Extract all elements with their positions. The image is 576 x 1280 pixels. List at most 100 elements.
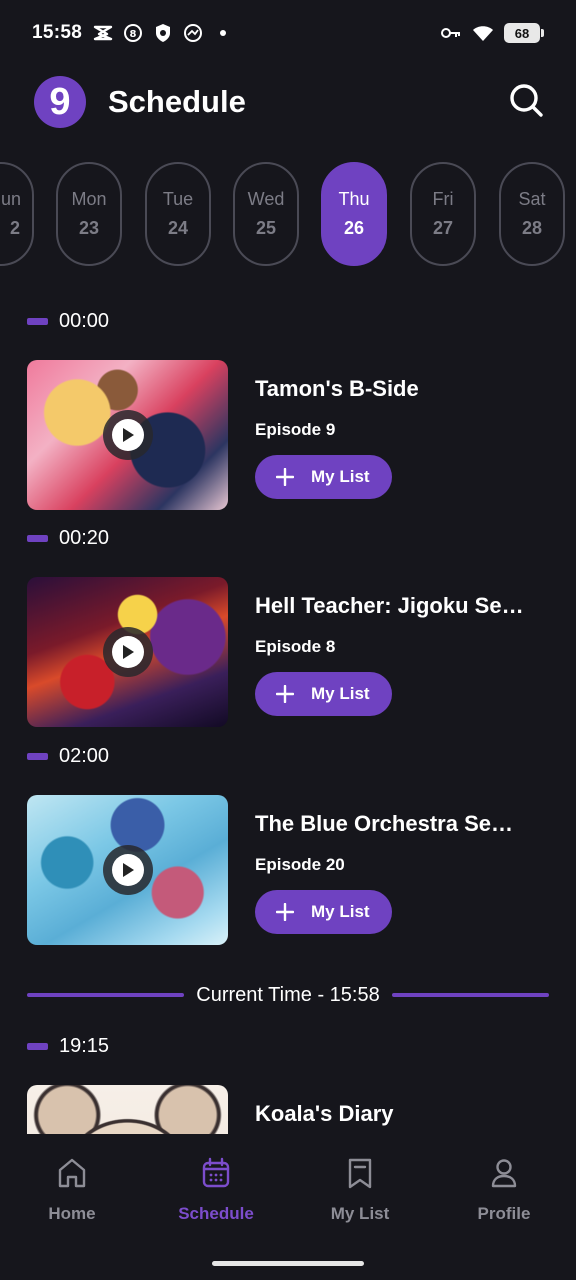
shield-icon bbox=[152, 22, 174, 44]
schedule-item: 00:20 Hell Teacher: Jigoku Sensei Nube E… bbox=[0, 523, 576, 733]
calendar-icon bbox=[200, 1156, 232, 1190]
status-icons-left: 8 bbox=[92, 22, 226, 44]
show-title[interactable]: Hell Teacher: Jigoku Sensei Nube bbox=[255, 593, 525, 619]
notification-8-icon: 8 bbox=[122, 22, 144, 44]
time-label: 19:15 bbox=[59, 1034, 110, 1057]
search-button[interactable] bbox=[506, 82, 546, 122]
app-header: 9 Schedule bbox=[0, 70, 576, 140]
show-title[interactable]: The Blue Orchestra Season 2 bbox=[255, 811, 525, 837]
day-number: 24 bbox=[167, 218, 189, 238]
status-icons-right: 68 bbox=[440, 22, 544, 44]
nav-my-list[interactable]: My List bbox=[288, 1156, 432, 1224]
home-indicator[interactable] bbox=[212, 1261, 364, 1266]
search-icon bbox=[508, 82, 544, 123]
day-fri[interactable]: Fri 27 bbox=[410, 162, 476, 266]
bookmark-icon bbox=[344, 1156, 376, 1190]
show-title[interactable]: Koala's Diary bbox=[255, 1101, 525, 1127]
nav-label: Schedule bbox=[178, 1204, 254, 1223]
day-name: Mon bbox=[71, 189, 107, 209]
profile-icon bbox=[488, 1156, 520, 1190]
status-time: 15:58 bbox=[32, 22, 83, 43]
button-label: My List bbox=[311, 467, 370, 486]
day-number: 28 bbox=[521, 218, 543, 238]
day-number: 2 bbox=[9, 218, 20, 238]
day-name: Tue bbox=[162, 189, 194, 209]
show-thumbnail[interactable] bbox=[27, 795, 228, 945]
svg-text:8: 8 bbox=[130, 29, 137, 40]
home-icon bbox=[56, 1156, 88, 1190]
bottom-navigation: Home Schedule My List Profile bbox=[0, 1134, 576, 1280]
plus-icon bbox=[275, 684, 295, 704]
nav-label: My List bbox=[330, 1204, 390, 1223]
plus-icon bbox=[275, 902, 295, 922]
day-name: Fri bbox=[432, 189, 454, 209]
day-name: Wed bbox=[247, 189, 285, 209]
day-number: 23 bbox=[78, 218, 100, 238]
episode-label: Episode 20 bbox=[255, 855, 345, 874]
play-button[interactable] bbox=[102, 845, 153, 895]
show-thumbnail[interactable] bbox=[27, 1085, 228, 1134]
time-marker: 00:00 bbox=[27, 306, 109, 336]
schedule-list[interactable]: 00:00 Tamon's B-Side Episode 9 My List 0… bbox=[0, 296, 576, 1134]
add-to-my-list-button[interactable]: My List bbox=[255, 890, 392, 934]
day-number: 26 bbox=[343, 218, 365, 238]
add-to-my-list-button[interactable]: My List bbox=[255, 672, 392, 716]
episode-label: Episode 8 bbox=[255, 637, 336, 656]
show-title[interactable]: Tamon's B-Side bbox=[255, 376, 525, 402]
time-dash bbox=[27, 317, 48, 325]
time-label: 00:00 bbox=[59, 309, 110, 332]
capcut-icon bbox=[92, 22, 114, 44]
nav-profile[interactable]: Profile bbox=[432, 1156, 576, 1224]
day-wed[interactable]: Wed 25 bbox=[233, 162, 299, 266]
play-icon bbox=[111, 854, 144, 886]
key-icon bbox=[440, 22, 462, 44]
logo-glyph: 9 bbox=[49, 81, 71, 123]
day-thu[interactable]: Thu 26 bbox=[321, 162, 387, 266]
schedule-item: 02:00 The Blue Orchestra Season 2 Episod… bbox=[0, 741, 576, 951]
time-marker: 00:20 bbox=[27, 523, 109, 553]
time-dash bbox=[27, 752, 48, 760]
time-dash bbox=[27, 534, 48, 542]
current-time-divider: Current Time - 15:58 bbox=[27, 980, 550, 1010]
time-label: 00:20 bbox=[59, 526, 110, 549]
day-name: Thu bbox=[338, 189, 370, 209]
gauge-icon bbox=[182, 22, 204, 44]
day-mon[interactable]: Mon 23 bbox=[56, 162, 122, 266]
schedule-item: 00:00 Tamon's B-Side Episode 9 My List bbox=[0, 306, 576, 516]
episode-label: Episode 9 bbox=[255, 420, 336, 439]
current-time-line bbox=[27, 993, 185, 997]
current-time-label: Current Time - 15:58 bbox=[196, 983, 380, 1006]
day-number: 27 bbox=[432, 218, 454, 238]
play-button[interactable] bbox=[102, 410, 153, 460]
day-tue[interactable]: Tue 24 bbox=[145, 162, 211, 266]
show-thumbnail[interactable] bbox=[27, 577, 228, 727]
time-label: 02:00 bbox=[59, 744, 110, 767]
show-thumbnail[interactable] bbox=[27, 360, 228, 510]
schedule-item: 19:15 Koala's Diary bbox=[0, 1031, 576, 1134]
nav-home[interactable]: Home bbox=[0, 1156, 144, 1224]
day-selector: un 2 Mon 23 Tue 24 Wed 25 Thu 26 Fri 27 … bbox=[0, 162, 576, 268]
app-screen: 15:58 8 68 9 Schedule un 2 Mon 23 Tue 24… bbox=[0, 0, 576, 1280]
app-logo[interactable]: 9 bbox=[34, 76, 86, 128]
nav-schedule[interactable]: Schedule bbox=[144, 1156, 288, 1224]
time-marker: 19:15 bbox=[27, 1031, 109, 1061]
day-name: un bbox=[0, 189, 22, 209]
play-icon bbox=[111, 636, 144, 668]
play-icon bbox=[111, 419, 144, 451]
time-marker: 02:00 bbox=[27, 741, 109, 771]
time-dash bbox=[27, 1042, 48, 1050]
day-sat[interactable]: Sat 28 bbox=[499, 162, 565, 266]
nav-label: Home bbox=[48, 1204, 96, 1223]
notification-dot bbox=[220, 30, 226, 36]
day-number: 25 bbox=[255, 218, 277, 238]
day-sun[interactable]: un 2 bbox=[0, 162, 34, 266]
page-title: Schedule bbox=[108, 84, 246, 119]
add-to-my-list-button[interactable]: My List bbox=[255, 455, 392, 499]
wifi-icon bbox=[472, 22, 494, 44]
status-bar: 15:58 8 68 bbox=[0, 0, 576, 66]
button-label: My List bbox=[311, 684, 370, 703]
day-name: Sat bbox=[518, 189, 546, 209]
nav-label: Profile bbox=[477, 1204, 531, 1223]
plus-icon bbox=[275, 467, 295, 487]
play-button[interactable] bbox=[102, 627, 153, 677]
